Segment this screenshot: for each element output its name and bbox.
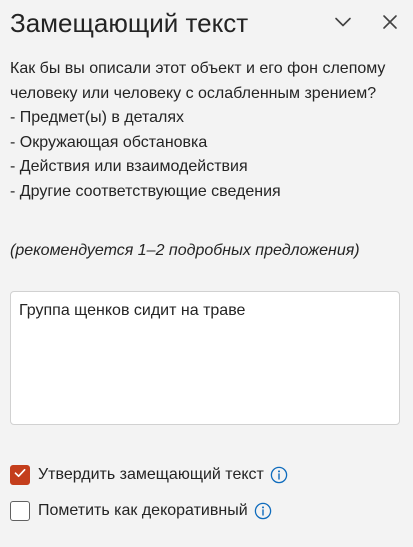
pane-title: Замещающий текст: [10, 8, 249, 38]
alt-text-input[interactable]: Группа щенков сидит на траве: [10, 291, 400, 425]
mark-decorative-option: Пометить как декоративный: [10, 499, 272, 523]
chevron-down-icon: [333, 12, 353, 32]
bullet-item: - Предмет(ы) в деталях: [10, 109, 185, 126]
alt-text-description: Как бы вы описали этот объект и его фон …: [10, 57, 405, 204]
approve-alt-text-option: Утвердить замещающий текст: [10, 463, 288, 487]
info-icon[interactable]: [270, 466, 288, 484]
close-icon: [381, 13, 399, 31]
mark-decorative-label[interactable]: Пометить как декоративный: [38, 500, 248, 522]
alt-text-pane: Замещающий текст Как бы вы описали этот …: [0, 0, 413, 547]
approve-alt-text-label[interactable]: Утвердить замещающий текст: [38, 464, 264, 486]
mark-decorative-checkbox[interactable]: [10, 501, 30, 521]
description-bullets: - Предмет(ы) в деталях - Окружающая обст…: [10, 106, 405, 204]
recommendation-hint: (рекомендуется 1–2 подробных предложения…: [10, 242, 360, 259]
approve-alt-text-checkbox[interactable]: [10, 465, 30, 485]
collapse-button[interactable]: [329, 8, 357, 36]
bullet-item: - Окружающая обстановка: [10, 133, 208, 151]
bullet-item: - Действия или взаимодействия: [10, 158, 248, 175]
pane-header: Замещающий текст: [10, 4, 413, 44]
info-icon[interactable]: [254, 502, 272, 520]
checkmark-icon: [13, 466, 27, 485]
close-button[interactable]: [376, 8, 404, 36]
description-question: Как бы вы описали этот объект и его фон …: [10, 60, 386, 102]
bullet-item: - Другие соответствующие сведения: [10, 182, 281, 200]
